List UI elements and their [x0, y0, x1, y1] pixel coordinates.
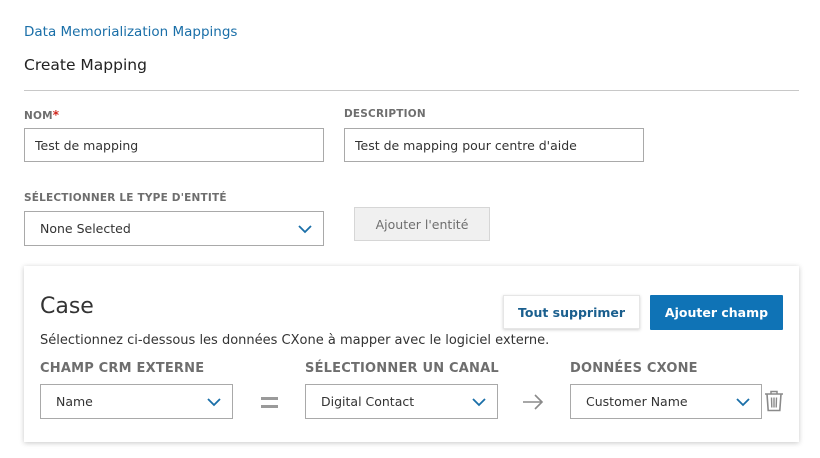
name-label: NOM* [24, 108, 59, 122]
description-label: DESCRIPTION [344, 108, 426, 120]
chevron-down-icon [206, 394, 222, 410]
equals-icon [261, 395, 278, 409]
chevron-down-icon [735, 394, 751, 410]
channel-value: Digital Contact [321, 394, 415, 409]
crm-field-value: Name [56, 394, 93, 409]
name-input[interactable] [24, 128, 324, 162]
add-field-button[interactable]: Ajouter champ [650, 295, 783, 330]
chevron-down-icon [297, 221, 313, 237]
name-label-text: NOM [24, 110, 53, 122]
title-divider [24, 90, 799, 91]
required-marker: * [52, 108, 60, 122]
breadcrumb[interactable]: Data Memorialization Mappings [24, 24, 237, 40]
card-title: Case [40, 294, 94, 319]
cxone-data-header: DONNÉES CXONE [570, 361, 698, 376]
crm-field-header: CHAMP CRM EXTERNE [40, 361, 205, 376]
description-input[interactable] [344, 128, 644, 162]
crm-field-select[interactable]: Name [40, 384, 233, 419]
channel-header: SÉLECTIONNER UN CANAL [305, 361, 499, 376]
mapping-card: Case Tout supprimer Ajouter champ Sélect… [24, 266, 799, 442]
cxone-data-value: Customer Name [586, 394, 688, 409]
chevron-down-icon [471, 394, 487, 410]
card-description: Sélectionnez ci-dessous les données CXon… [40, 333, 550, 348]
cxone-data-select[interactable]: Customer Name [570, 384, 762, 419]
entity-type-select[interactable]: None Selected [24, 211, 324, 246]
add-entity-button[interactable]: Ajouter l'entité [354, 207, 490, 241]
arrow-right-icon [521, 392, 545, 412]
channel-select[interactable]: Digital Contact [305, 384, 498, 419]
entity-type-value: None Selected [40, 221, 131, 236]
entity-type-label: SÉLECTIONNER LE TYPE D'ENTITÉ [24, 192, 227, 204]
trash-icon[interactable] [764, 390, 784, 412]
delete-all-button[interactable]: Tout supprimer [503, 295, 640, 329]
page-title: Create Mapping [24, 56, 147, 74]
